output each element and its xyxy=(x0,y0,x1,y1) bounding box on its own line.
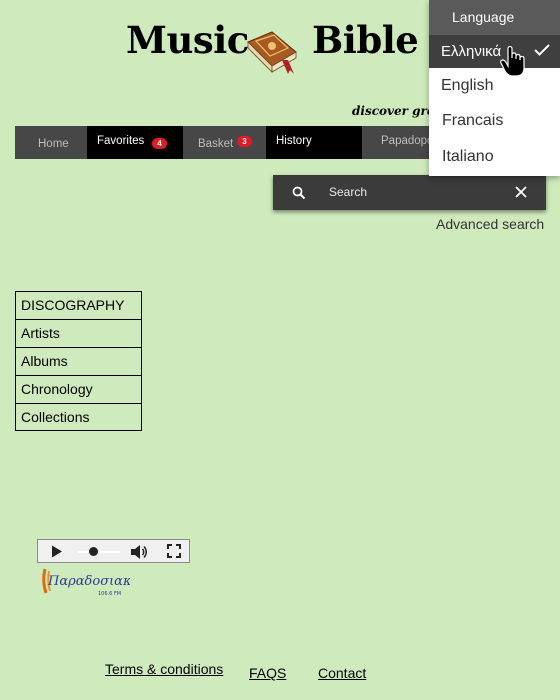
book-icon xyxy=(247,31,297,74)
nav-home[interactable]: Home xyxy=(15,126,87,159)
language-option-italian[interactable]: Italiano xyxy=(429,140,560,175)
close-icon[interactable] xyxy=(515,186,527,198)
checkmark-icon xyxy=(534,44,550,56)
nav-history[interactable]: History xyxy=(266,126,362,159)
radio-station-logo[interactable]: Παραδοσιακός 106.6 FM xyxy=(40,565,130,599)
nav-papadopoulos[interactable]: Papadopoulos xyxy=(362,126,435,159)
language-option-english[interactable]: English xyxy=(429,69,560,104)
audio-player xyxy=(37,539,190,563)
search-bar xyxy=(273,175,546,210)
category-menu: DISCOGRAPHY Artists Albums Chronology Co… xyxy=(15,291,142,431)
site-title[interactable]: Music Bible xyxy=(126,18,419,62)
radio-logo-frequency: 106.6 FM xyxy=(98,591,121,597)
nav-basket-label: Basket xyxy=(198,138,234,150)
language-option-french-label: Francais xyxy=(442,112,504,129)
language-menu-title: Language xyxy=(452,9,515,25)
radio-logo-name: Παραδοσιακός xyxy=(47,574,130,589)
language-option-greek-label: Ελληνικά xyxy=(441,43,502,60)
language-option-english-label: English xyxy=(441,77,494,94)
language-menu: Language Ελληνικά English Francais Itali… xyxy=(429,0,560,176)
footer-faqs-link[interactable]: FAQS xyxy=(249,665,286,681)
nav-favorites[interactable]: Favorites 4 xyxy=(87,126,183,159)
category-albums[interactable]: Albums xyxy=(16,348,141,376)
favorites-count-badge: 4 xyxy=(152,138,167,149)
footer-terms-link[interactable]: Terms & conditions xyxy=(105,661,223,677)
language-option-greek[interactable]: Ελληνικά xyxy=(429,35,560,68)
nav-papadopoulos-label: Papadopoulos xyxy=(381,135,435,147)
fullscreen-icon[interactable] xyxy=(167,544,181,558)
advanced-search-link[interactable]: Advanced search xyxy=(436,216,544,232)
seek-track[interactable] xyxy=(78,551,120,553)
nav-favorites-label: Favorites xyxy=(97,135,145,147)
volume-icon[interactable] xyxy=(130,544,148,560)
site-title-word-1: Music xyxy=(126,18,249,62)
site-title-word-2: Bible xyxy=(312,18,419,62)
seek-handle[interactable] xyxy=(89,547,98,556)
nav-home-label: Home xyxy=(38,138,69,150)
hand-cursor-icon xyxy=(500,46,525,77)
language-option-italian-label: Italiano xyxy=(442,148,494,165)
basket-count-badge: 3 xyxy=(237,136,252,147)
language-menu-header[interactable]: Language xyxy=(429,0,560,35)
category-chronology[interactable]: Chronology xyxy=(16,376,141,404)
language-option-french[interactable]: Francais xyxy=(429,104,560,139)
nav-history-label: History xyxy=(276,135,312,147)
main-navbar: Home Favorites 4 Basket 3 History Papado… xyxy=(15,126,435,159)
category-artists[interactable]: Artists xyxy=(16,320,141,348)
category-collections[interactable]: Collections xyxy=(16,404,141,430)
play-icon[interactable] xyxy=(51,545,63,558)
nav-basket[interactable]: Basket 3 xyxy=(183,126,266,159)
search-input[interactable] xyxy=(329,183,499,201)
footer-contact-link[interactable]: Contact xyxy=(318,665,366,681)
search-icon xyxy=(292,186,306,200)
category-discography[interactable]: DISCOGRAPHY xyxy=(16,292,141,320)
